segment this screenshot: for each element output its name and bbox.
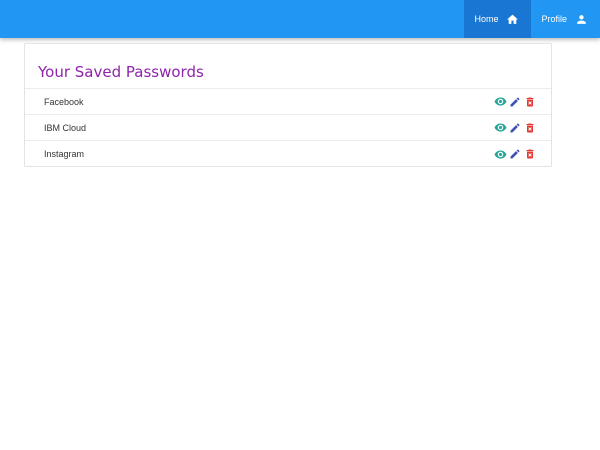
delete-icon[interactable]	[523, 95, 537, 109]
edit-icon[interactable]	[508, 95, 522, 109]
nav-menu: Home Profile	[464, 0, 600, 38]
nav-profile[interactable]: Profile	[531, 0, 600, 38]
app-bar: Home Profile	[0, 0, 600, 38]
edit-icon[interactable]	[508, 121, 522, 135]
list-item-label: Instagram	[44, 149, 85, 159]
list-item-label: Facebook	[44, 96, 84, 107]
list-item: Instagram	[25, 141, 551, 167]
nav-profile-label: Profile	[541, 14, 567, 24]
edit-icon[interactable]	[508, 147, 522, 161]
delete-icon[interactable]	[523, 147, 537, 161]
visibility-icon[interactable]	[493, 147, 507, 161]
visibility-icon[interactable]	[493, 95, 507, 109]
home-icon	[506, 13, 519, 26]
nav-home[interactable]: Home	[464, 0, 532, 38]
row-actions	[492, 95, 537, 109]
password-list: Facebook IBM Cloud Instagram	[25, 89, 551, 167]
list-item-label: IBM Cloud	[44, 122, 87, 133]
delete-icon[interactable]	[523, 121, 537, 135]
list-item: IBM Cloud	[25, 115, 551, 141]
row-actions	[492, 147, 537, 161]
page-title: Your Saved Passwords	[25, 44, 551, 89]
list-item: Facebook	[25, 89, 551, 115]
nav-home-label: Home	[474, 14, 499, 24]
visibility-icon[interactable]	[493, 121, 507, 135]
row-actions	[492, 121, 537, 135]
person-icon	[575, 13, 588, 26]
saved-passwords-card: Your Saved Passwords Facebook IBM Cloud	[24, 43, 552, 167]
